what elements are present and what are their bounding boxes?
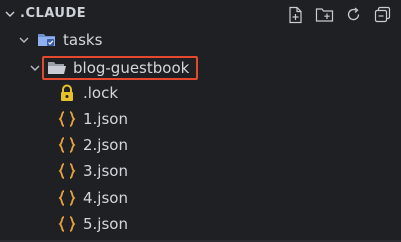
tree-file-5-json[interactable]: 5.json (0, 211, 401, 237)
tree-file-2-json[interactable]: 2.json (0, 132, 401, 158)
tree-label-file: 4.json (83, 189, 128, 207)
explorer-actions (286, 5, 392, 24)
json-icon (58, 163, 76, 179)
tree-label-tasks: tasks (63, 31, 103, 49)
tree-label-file: 5.json (83, 215, 128, 233)
new-folder-icon[interactable] (315, 5, 334, 24)
tasks-folder-icon (38, 34, 55, 46)
chevron-down-icon[interactable] (29, 62, 41, 74)
new-file-icon[interactable] (286, 5, 305, 24)
tree-label-file: 2.json (83, 136, 128, 154)
tree-file-3-json[interactable]: 3.json (0, 158, 401, 184)
explorer-title: .CLAUDE (20, 6, 87, 21)
json-icon (58, 216, 76, 232)
json-icon (58, 111, 76, 127)
selection-highlight (42, 56, 198, 80)
tree-label-file: .lock (83, 84, 119, 102)
chevron-down-icon[interactable] (4, 8, 16, 20)
file-explorer: .CLAUDE tasks blog-guestbook .lock 1.jso… (0, 0, 401, 242)
lock-icon (61, 84, 73, 101)
tree-file-4-json[interactable]: 4.json (0, 185, 401, 211)
json-icon (58, 137, 76, 153)
tree-file-lock[interactable]: .lock (0, 80, 401, 106)
tree-label-file: 1.json (83, 110, 128, 128)
refresh-icon[interactable] (344, 5, 363, 24)
collapse-all-icon[interactable] (373, 5, 392, 24)
json-icon (58, 190, 76, 206)
chevron-down-icon[interactable] (18, 34, 30, 46)
explorer-header[interactable]: .CLAUDE (0, 0, 401, 30)
tree-file-1-json[interactable]: 1.json (0, 106, 401, 132)
tree-folder-tasks[interactable]: tasks (0, 27, 401, 53)
tree-label-file: 3.json (83, 162, 128, 180)
